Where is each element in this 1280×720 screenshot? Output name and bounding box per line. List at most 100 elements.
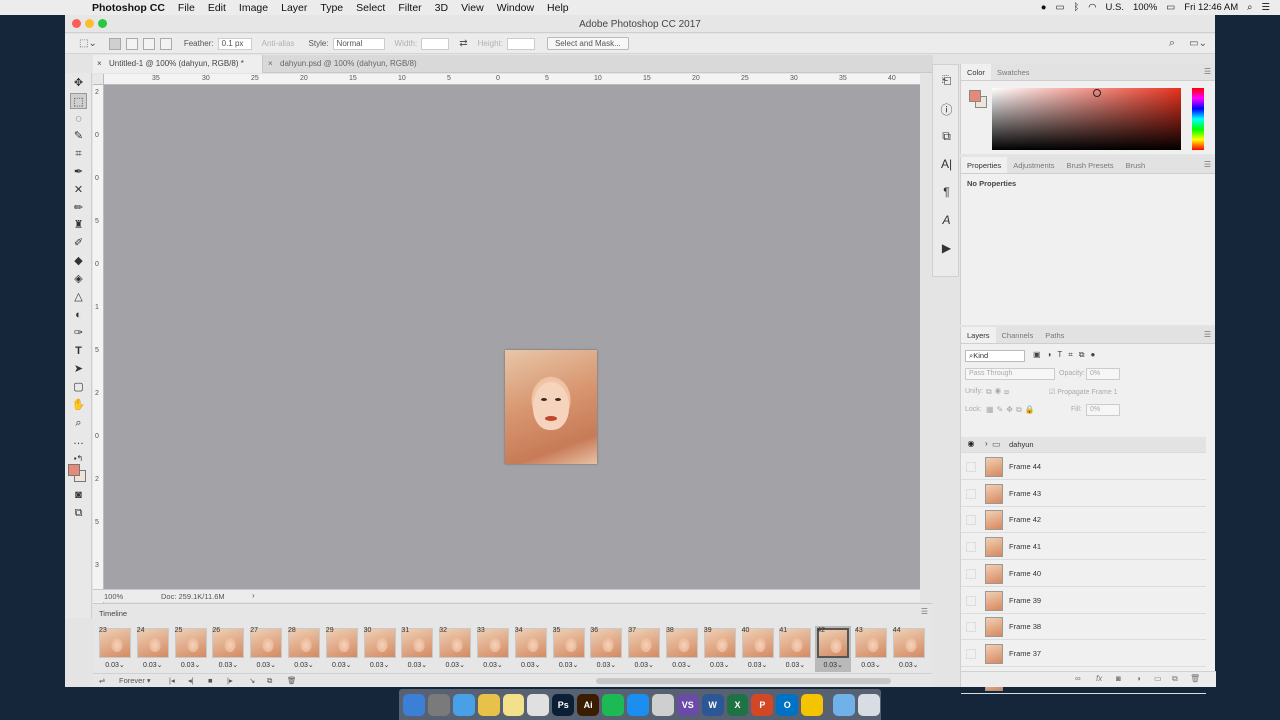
notification-center-icon[interactable]: ☰ [1261, 2, 1270, 13]
timeline-frame[interactable]: 44 0.03⌄ [891, 626, 927, 672]
timeline-frame[interactable]: 29 0.03⌄ [324, 626, 360, 672]
add-mask-icon[interactable]: ◙ [1116, 674, 1121, 683]
clock[interactable]: Fri 12:46 AM [1184, 2, 1238, 13]
panel-menu-icon[interactable]: ☰ [1204, 330, 1211, 339]
outlook-icon[interactable]: O [776, 693, 799, 716]
marquee-tool-icon[interactable]: ⬚ [70, 93, 87, 109]
previous-frame-icon[interactable]: ◂| [188, 676, 194, 685]
visibility-toggle[interactable] [966, 462, 976, 472]
document-image[interactable] [505, 350, 597, 464]
frame-delay[interactable]: 0.03⌄ [626, 661, 662, 669]
dodge-tool-icon[interactable]: ◐ [70, 307, 87, 323]
tab-brush-presets[interactable]: Brush Presets [1060, 157, 1119, 173]
frame-delay[interactable]: 0.03⌄ [777, 661, 813, 669]
info-panel-icon[interactable]: ⓘ [933, 101, 960, 118]
visibility-toggle[interactable] [966, 568, 976, 579]
panel-menu-icon[interactable]: ☰ [1204, 67, 1211, 76]
timeline-frame[interactable]: 25 0.03⌄ [173, 626, 209, 672]
layer-row[interactable]: Frame 44 [961, 454, 1206, 480]
group-expand-chevron-icon[interactable]: › [985, 439, 988, 448]
edit-toolbar-icon[interactable]: … [70, 433, 87, 449]
frame-delay[interactable]: 0.03⌄ [248, 661, 284, 669]
timeline-frame[interactable]: 31 0.03⌄ [399, 626, 435, 672]
excel-icon[interactable]: X [726, 693, 749, 716]
history-panel-icon[interactable]: ⎗ [933, 73, 960, 88]
history-brush-tool-icon[interactable]: ✐ [70, 235, 87, 251]
unify-icons[interactable]: ⧉◉⧈ [986, 387, 1012, 397]
layer-style-icon[interactable]: fx [1096, 674, 1102, 683]
airplay-icon[interactable]: ▭ [1056, 2, 1065, 13]
wifi-icon[interactable]: ◠ [1088, 2, 1096, 13]
height-input[interactable] [506, 37, 535, 50]
frame-delay[interactable]: 0.03⌄ [815, 661, 851, 669]
visibility-toggle[interactable] [966, 622, 976, 633]
tab-untitled-1[interactable]: × Untitled-1 @ 100% (dahyun, RGB/8) * [93, 55, 263, 73]
screen-mode-icon[interactable]: ⧉ [70, 505, 87, 521]
new-group-icon[interactable]: ▭ [1154, 674, 1162, 683]
search-icon[interactable]: ⌕ [1169, 37, 1175, 50]
tween-icon[interactable]: ↘ [249, 676, 255, 685]
rectangle-tool-icon[interactable]: ▢ [70, 379, 87, 395]
menu-window[interactable]: Window [497, 2, 534, 14]
menu-3d[interactable]: 3D [435, 2, 448, 14]
menu-help[interactable]: Help [547, 2, 569, 14]
spotify-icon[interactable] [602, 693, 625, 716]
foreground-color-swatch[interactable] [68, 464, 80, 476]
tab-channels[interactable]: Channels [996, 327, 1040, 343]
layer-row[interactable]: Frame 39 [961, 588, 1206, 614]
intersect-selection-icon[interactable] [159, 37, 172, 50]
frame-delay[interactable]: 0.03⌄ [853, 661, 889, 669]
tab-properties[interactable]: Properties [961, 157, 1008, 173]
illustrator-icon[interactable]: Ai [577, 693, 600, 716]
layer-row[interactable]: Frame 43 [961, 481, 1206, 507]
clone-stamp-tool-icon[interactable]: ♜ [70, 217, 87, 233]
menu-view[interactable]: View [461, 2, 484, 14]
visibility-toggle[interactable] [966, 595, 976, 606]
frame-delay[interactable]: 0.03⌄ [324, 661, 360, 669]
menu-file[interactable]: File [178, 2, 195, 14]
tab-layers[interactable]: Layers [961, 327, 996, 343]
spotlight-icon[interactable]: ⌕ [1247, 2, 1252, 13]
timeline-frame[interactable]: 32 0.03⌄ [437, 626, 473, 672]
layer-group-row[interactable]: ◉ › ▭ dahyun [961, 437, 1206, 453]
word-icon[interactable]: W [701, 693, 724, 716]
tab-dahyun-psd[interactable]: × dahyun.psd @ 100% (dahyun, RGB/8) [264, 55, 434, 73]
menu-select[interactable]: Select [356, 2, 385, 14]
frame-delay[interactable]: 0.03⌄ [286, 661, 322, 669]
google-drive-icon[interactable] [801, 693, 824, 716]
photoshop-icon[interactable]: Ps [552, 693, 575, 716]
subtract-selection-icon[interactable] [142, 37, 155, 50]
color-foreground-swatch[interactable] [969, 90, 981, 102]
swap-dimensions-icon[interactable]: ⇄ [459, 38, 467, 49]
ruler-origin[interactable] [93, 74, 104, 85]
finder-icon[interactable] [403, 693, 425, 716]
clone-source-panel-icon[interactable]: ⧉ [933, 129, 960, 144]
visibility-toggle[interactable] [966, 488, 976, 499]
quick-selection-tool-icon[interactable]: ✎ [70, 128, 87, 144]
timeline-frame[interactable]: 33 0.03⌄ [475, 626, 511, 672]
hand-tool-icon[interactable]: ✋ [70, 397, 87, 413]
tab-swatches[interactable]: Swatches [991, 64, 1036, 80]
visual-studio-icon[interactable]: VS [676, 693, 699, 716]
timeline-frame[interactable]: 37 0.03⌄ [626, 626, 662, 672]
zoom-tool-icon[interactable]: ⌕ [70, 415, 87, 431]
timeline-frame[interactable]: 39 0.03⌄ [702, 626, 738, 672]
timeline-scrollbar[interactable] [596, 678, 891, 684]
layer-row[interactable]: Frame 42 [961, 507, 1206, 534]
menu-photoshop[interactable]: Photoshop CC [92, 2, 165, 14]
frame-delay[interactable]: 0.03⌄ [891, 661, 927, 669]
trash-icon[interactable] [858, 693, 880, 716]
timeline-frame[interactable]: 28 0.03⌄ [286, 626, 322, 672]
feather-input[interactable]: 0.1 px [217, 37, 252, 50]
lock-icons[interactable]: ▦✎✥⧉🔒 [986, 405, 1038, 415]
color-spectrum-field[interactable] [992, 88, 1181, 150]
frame-delay[interactable]: 0.03⌄ [513, 661, 549, 669]
eraser-tool-icon[interactable]: ◆ [70, 253, 87, 269]
crop-tool-icon[interactable]: ⌗ [70, 146, 87, 162]
panel-menu-icon[interactable]: ☰ [1204, 160, 1211, 169]
powerpoint-icon[interactable]: P [751, 693, 774, 716]
app-store-icon[interactable] [627, 693, 649, 716]
input-source[interactable]: U.S. [1106, 2, 1124, 13]
timeline-frame[interactable]: 27 0.03⌄ [248, 626, 284, 672]
layer-row[interactable]: Frame 37 [961, 641, 1206, 667]
